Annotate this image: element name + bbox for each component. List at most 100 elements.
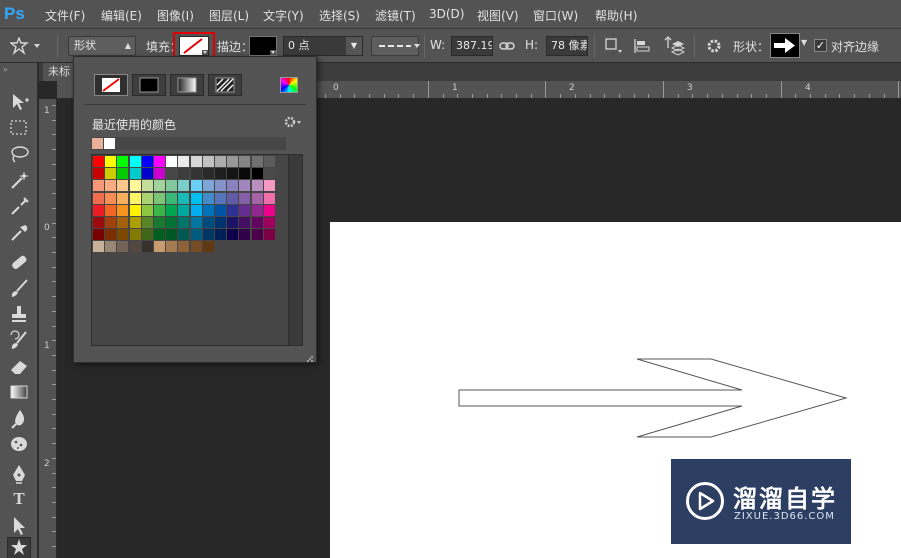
color-swatch[interactable] — [178, 156, 190, 167]
color-swatch[interactable] — [263, 168, 275, 180]
color-swatch[interactable] — [263, 204, 275, 216]
eyedropper-tool-icon[interactable] — [7, 221, 31, 243]
color-swatch[interactable] — [154, 217, 165, 228]
color-swatch[interactable] — [93, 241, 104, 253]
color-swatch[interactable] — [251, 229, 263, 241]
color-swatch[interactable] — [202, 204, 214, 216]
color-swatch[interactable] — [154, 156, 165, 167]
color-swatch[interactable] — [105, 217, 117, 228]
color-swatch[interactable] — [105, 180, 117, 192]
color-swatch[interactable] — [251, 168, 263, 180]
custom-shape-tool-active-icon[interactable] — [7, 537, 31, 558]
color-swatch[interactable] — [202, 241, 214, 253]
color-swatch[interactable] — [190, 168, 202, 180]
color-swatch[interactable] — [178, 168, 190, 180]
color-swatch[interactable] — [178, 241, 190, 253]
history-brush-tool-icon[interactable] — [7, 329, 31, 351]
color-swatch[interactable] — [227, 180, 239, 192]
color-swatch[interactable] — [93, 217, 104, 228]
color-swatch[interactable] — [117, 229, 129, 241]
color-swatch[interactable] — [239, 204, 251, 216]
color-swatch[interactable] — [251, 156, 263, 167]
color-swatch[interactable] — [105, 192, 117, 204]
color-swatch[interactable] — [227, 229, 239, 241]
color-swatch[interactable] — [239, 192, 251, 204]
color-swatch[interactable] — [117, 156, 129, 167]
color-swatch[interactable] — [166, 192, 178, 204]
color-swatch[interactable] — [202, 156, 214, 167]
color-swatch[interactable] — [93, 229, 104, 241]
color-swatch[interactable] — [129, 156, 141, 167]
color-swatch[interactable] — [190, 180, 202, 192]
color-swatch[interactable] — [215, 217, 226, 228]
color-swatch[interactable] — [215, 192, 226, 204]
shape-dropdown-arrow-icon[interactable]: ▼ — [801, 38, 807, 47]
color-swatch[interactable] — [93, 192, 104, 204]
height-field[interactable]: 78 像素 — [546, 36, 588, 56]
magic-wand-tool-icon[interactable] — [7, 169, 31, 191]
color-swatch[interactable] — [154, 180, 165, 192]
menu-window[interactable]: 窗口(W) — [533, 7, 578, 24]
menu-file[interactable]: 文件(F) — [45, 7, 85, 24]
path-arrangement-icon[interactable] — [663, 36, 686, 60]
no-color-button[interactable] — [94, 74, 128, 96]
stroke-type-dropdown[interactable] — [371, 36, 420, 56]
color-swatch[interactable] — [263, 156, 275, 167]
color-swatch[interactable] — [129, 241, 141, 253]
color-swatch[interactable] — [178, 192, 190, 204]
color-swatch[interactable] — [141, 241, 153, 253]
color-swatch[interactable] — [215, 229, 226, 241]
color-swatch[interactable] — [154, 229, 165, 241]
color-swatch[interactable] — [202, 229, 214, 241]
menu-help[interactable]: 帮助(H) — [595, 7, 637, 24]
path-operations-icon[interactable] — [605, 38, 623, 58]
color-swatch[interactable] — [105, 156, 117, 167]
color-swatch[interactable] — [202, 168, 214, 180]
recent-color-swatch[interactable] — [92, 138, 103, 149]
color-swatch[interactable] — [251, 180, 263, 192]
menu-select[interactable]: 选择(S) — [319, 7, 360, 24]
fill-swatch-button[interactable] — [179, 36, 209, 56]
color-swatch[interactable] — [117, 241, 129, 253]
color-swatch[interactable] — [178, 180, 190, 192]
color-swatch[interactable] — [215, 180, 226, 192]
color-swatch[interactable] — [251, 204, 263, 216]
arrow-shape-path[interactable] — [450, 350, 860, 450]
color-swatch[interactable] — [117, 204, 129, 216]
menu-view[interactable]: 视图(V) — [477, 7, 519, 24]
gear-icon[interactable] — [705, 37, 723, 59]
color-swatch[interactable] — [141, 180, 153, 192]
color-swatch[interactable] — [154, 204, 165, 216]
color-swatch[interactable] — [93, 156, 104, 167]
menu-layer[interactable]: 图层(L) — [209, 7, 249, 24]
color-swatch[interactable] — [215, 168, 226, 180]
color-swatch[interactable] — [117, 192, 129, 204]
chevron-down-icon[interactable]: ▼ — [346, 37, 362, 55]
lasso-tool-icon[interactable] — [7, 143, 31, 165]
color-swatch[interactable] — [93, 204, 104, 216]
color-swatch[interactable] — [227, 192, 239, 204]
color-swatch[interactable] — [154, 241, 165, 253]
color-swatch[interactable] — [105, 204, 117, 216]
color-swatch[interactable] — [263, 192, 275, 204]
color-swatch[interactable] — [178, 217, 190, 228]
collapse-panel-icon[interactable]: » — [3, 65, 8, 74]
color-swatch[interactable] — [117, 217, 129, 228]
color-swatch[interactable] — [239, 156, 251, 167]
color-swatch[interactable] — [141, 192, 153, 204]
blur-tool-icon[interactable] — [7, 407, 31, 429]
color-swatch[interactable] — [263, 180, 275, 192]
color-swatch[interactable] — [202, 180, 214, 192]
color-swatch[interactable] — [105, 168, 117, 180]
color-swatch[interactable] — [178, 204, 190, 216]
brush-tool-icon[interactable] — [7, 277, 31, 299]
color-swatch[interactable] — [215, 204, 226, 216]
stroke-width-field[interactable]: 0 点 ▼ — [283, 36, 363, 56]
link-icon[interactable] — [499, 38, 515, 58]
color-swatch[interactable] — [215, 156, 226, 167]
marquee-tool-icon[interactable] — [7, 117, 31, 139]
swatch-scrollbar[interactable] — [288, 155, 302, 345]
color-swatch[interactable] — [190, 204, 202, 216]
sponge-tool-icon[interactable] — [7, 433, 31, 455]
color-swatch[interactable] — [129, 204, 141, 216]
